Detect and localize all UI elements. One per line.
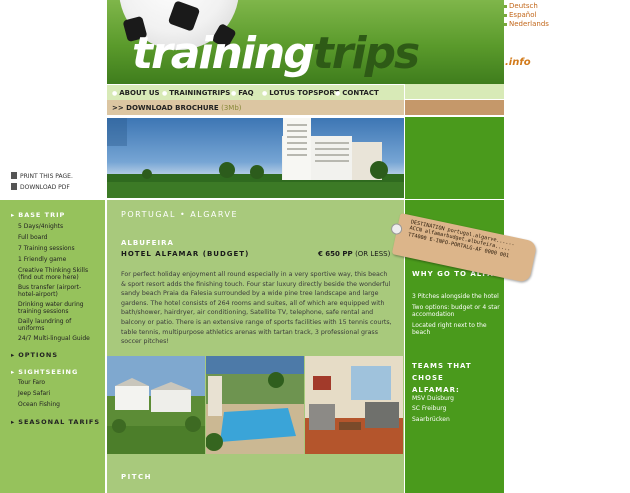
download-brochure-link[interactable]: >> DOWNLOAD BROCHURE (3Mb) <box>112 104 242 112</box>
list-item: Full board <box>18 234 48 241</box>
team-item: MSV Duisburg <box>412 395 454 402</box>
list-item[interactable]: Ocean Fishing <box>18 401 60 408</box>
town-label: ALBUFEIRA <box>121 239 174 247</box>
language-list: Deutsch Español Nederlands <box>504 2 549 29</box>
nav-trainingtrips[interactable]: TRAININGTRIPS <box>162 89 230 97</box>
list-item: Located right next to the beach <box>412 322 487 336</box>
options-heading[interactable]: OPTIONS <box>11 351 58 359</box>
hotel-name: HOTEL ALFAMAR (BUDGET) <box>121 250 250 258</box>
hotel-room-photo[interactable] <box>305 356 403 454</box>
list-item: Bus transfer (airport-hotel-airport) <box>18 284 82 298</box>
pdf-icon <box>11 183 17 190</box>
list-item: 1 Friendly game <box>18 256 67 263</box>
price-label: € 650 PP (OR LESS) <box>318 250 391 258</box>
resort-exterior-photo[interactable] <box>107 356 205 454</box>
site-logo[interactable]: trainingtrips <box>132 28 420 79</box>
nav-contact[interactable]: CONTACT <box>335 89 379 97</box>
logo-suffix: .info <box>505 57 531 68</box>
left-sidebar: BASE TRIP 5 Days/4nights Full board 7 Tr… <box>0 200 105 493</box>
team-item: SC Freiburg <box>412 405 447 412</box>
nav-lotus-topsport[interactable]: LOTUS TOPSPORT <box>262 89 339 97</box>
pool-photo[interactable] <box>206 356 304 454</box>
list-item: Daily laundring of uniforms <box>18 318 72 332</box>
right-column-top <box>405 117 504 199</box>
language-link-es[interactable]: Español <box>504 11 549 20</box>
list-item: 7 Training sessions <box>18 245 75 252</box>
list-item: Two options: budget or 4 star accomodati… <box>412 304 500 318</box>
base-trip-heading[interactable]: BASE TRIP <box>11 211 65 219</box>
list-item[interactable]: Jeep Safari <box>18 390 50 397</box>
list-item: 3 Pitches alongside the hotel <box>412 293 499 300</box>
language-link-nl[interactable]: Nederlands <box>504 20 549 29</box>
region-title: PORTUGAL • ALGARVE <box>121 210 239 219</box>
print-page-link[interactable]: PRINT THIS PAGE. <box>11 172 73 180</box>
list-item: Drinking water during training sessions <box>18 301 84 315</box>
team-item: Saarbrücken <box>412 416 450 423</box>
hotel-description: For perfect holiday enjoyment all round … <box>121 271 392 346</box>
pitch-heading: PITCH <box>121 473 153 481</box>
download-pdf-link[interactable]: DOWNLOAD PDF <box>11 183 70 191</box>
list-item: 24/7 Multi-lingual Guide <box>18 335 90 342</box>
language-link-de[interactable]: Deutsch <box>504 2 549 11</box>
list-item: 5 Days/4nights <box>18 223 64 230</box>
hotel-hero-photo <box>107 118 404 198</box>
list-item[interactable]: Tour Faro <box>18 379 45 386</box>
sightseeing-heading[interactable]: SIGHTSEEING <box>11 368 78 376</box>
nav-faq[interactable]: FAQ <box>231 89 253 97</box>
nav-about-us[interactable]: ABOUT US <box>112 89 159 97</box>
teams-heading: TEAMS THAT CHOSE ALFAMAR: <box>412 362 472 394</box>
main-nav: ABOUT US TRAININGTRIPS FAQ LOTUS TOPSPOR… <box>107 84 404 100</box>
printer-icon <box>11 172 17 179</box>
brochure-bar-end <box>405 100 504 115</box>
list-item-link[interactable]: Creative Thinking Skills (find out more … <box>18 267 98 281</box>
seasonal-tarifs-heading[interactable]: SEASONAL TARIFS <box>11 418 100 426</box>
nav-filler <box>405 84 504 99</box>
